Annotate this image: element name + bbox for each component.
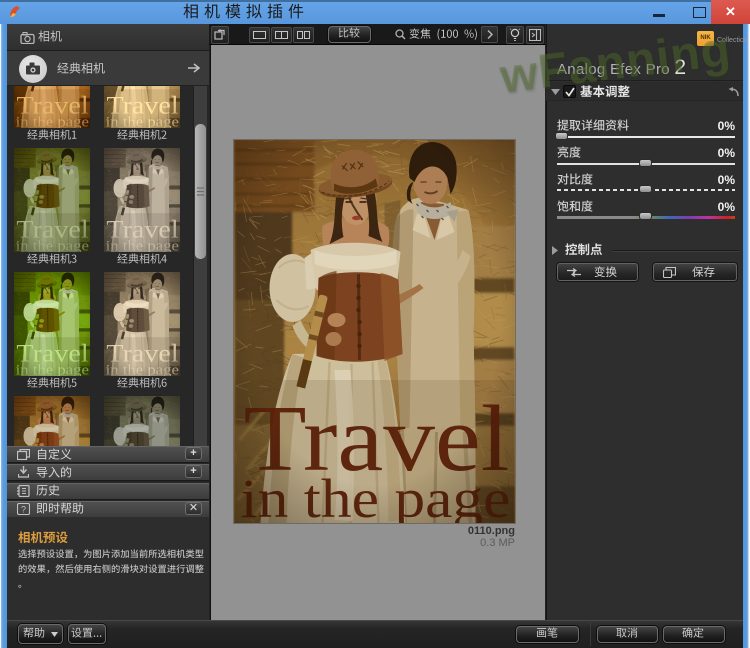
svg-text:?: ? — [21, 505, 26, 515]
